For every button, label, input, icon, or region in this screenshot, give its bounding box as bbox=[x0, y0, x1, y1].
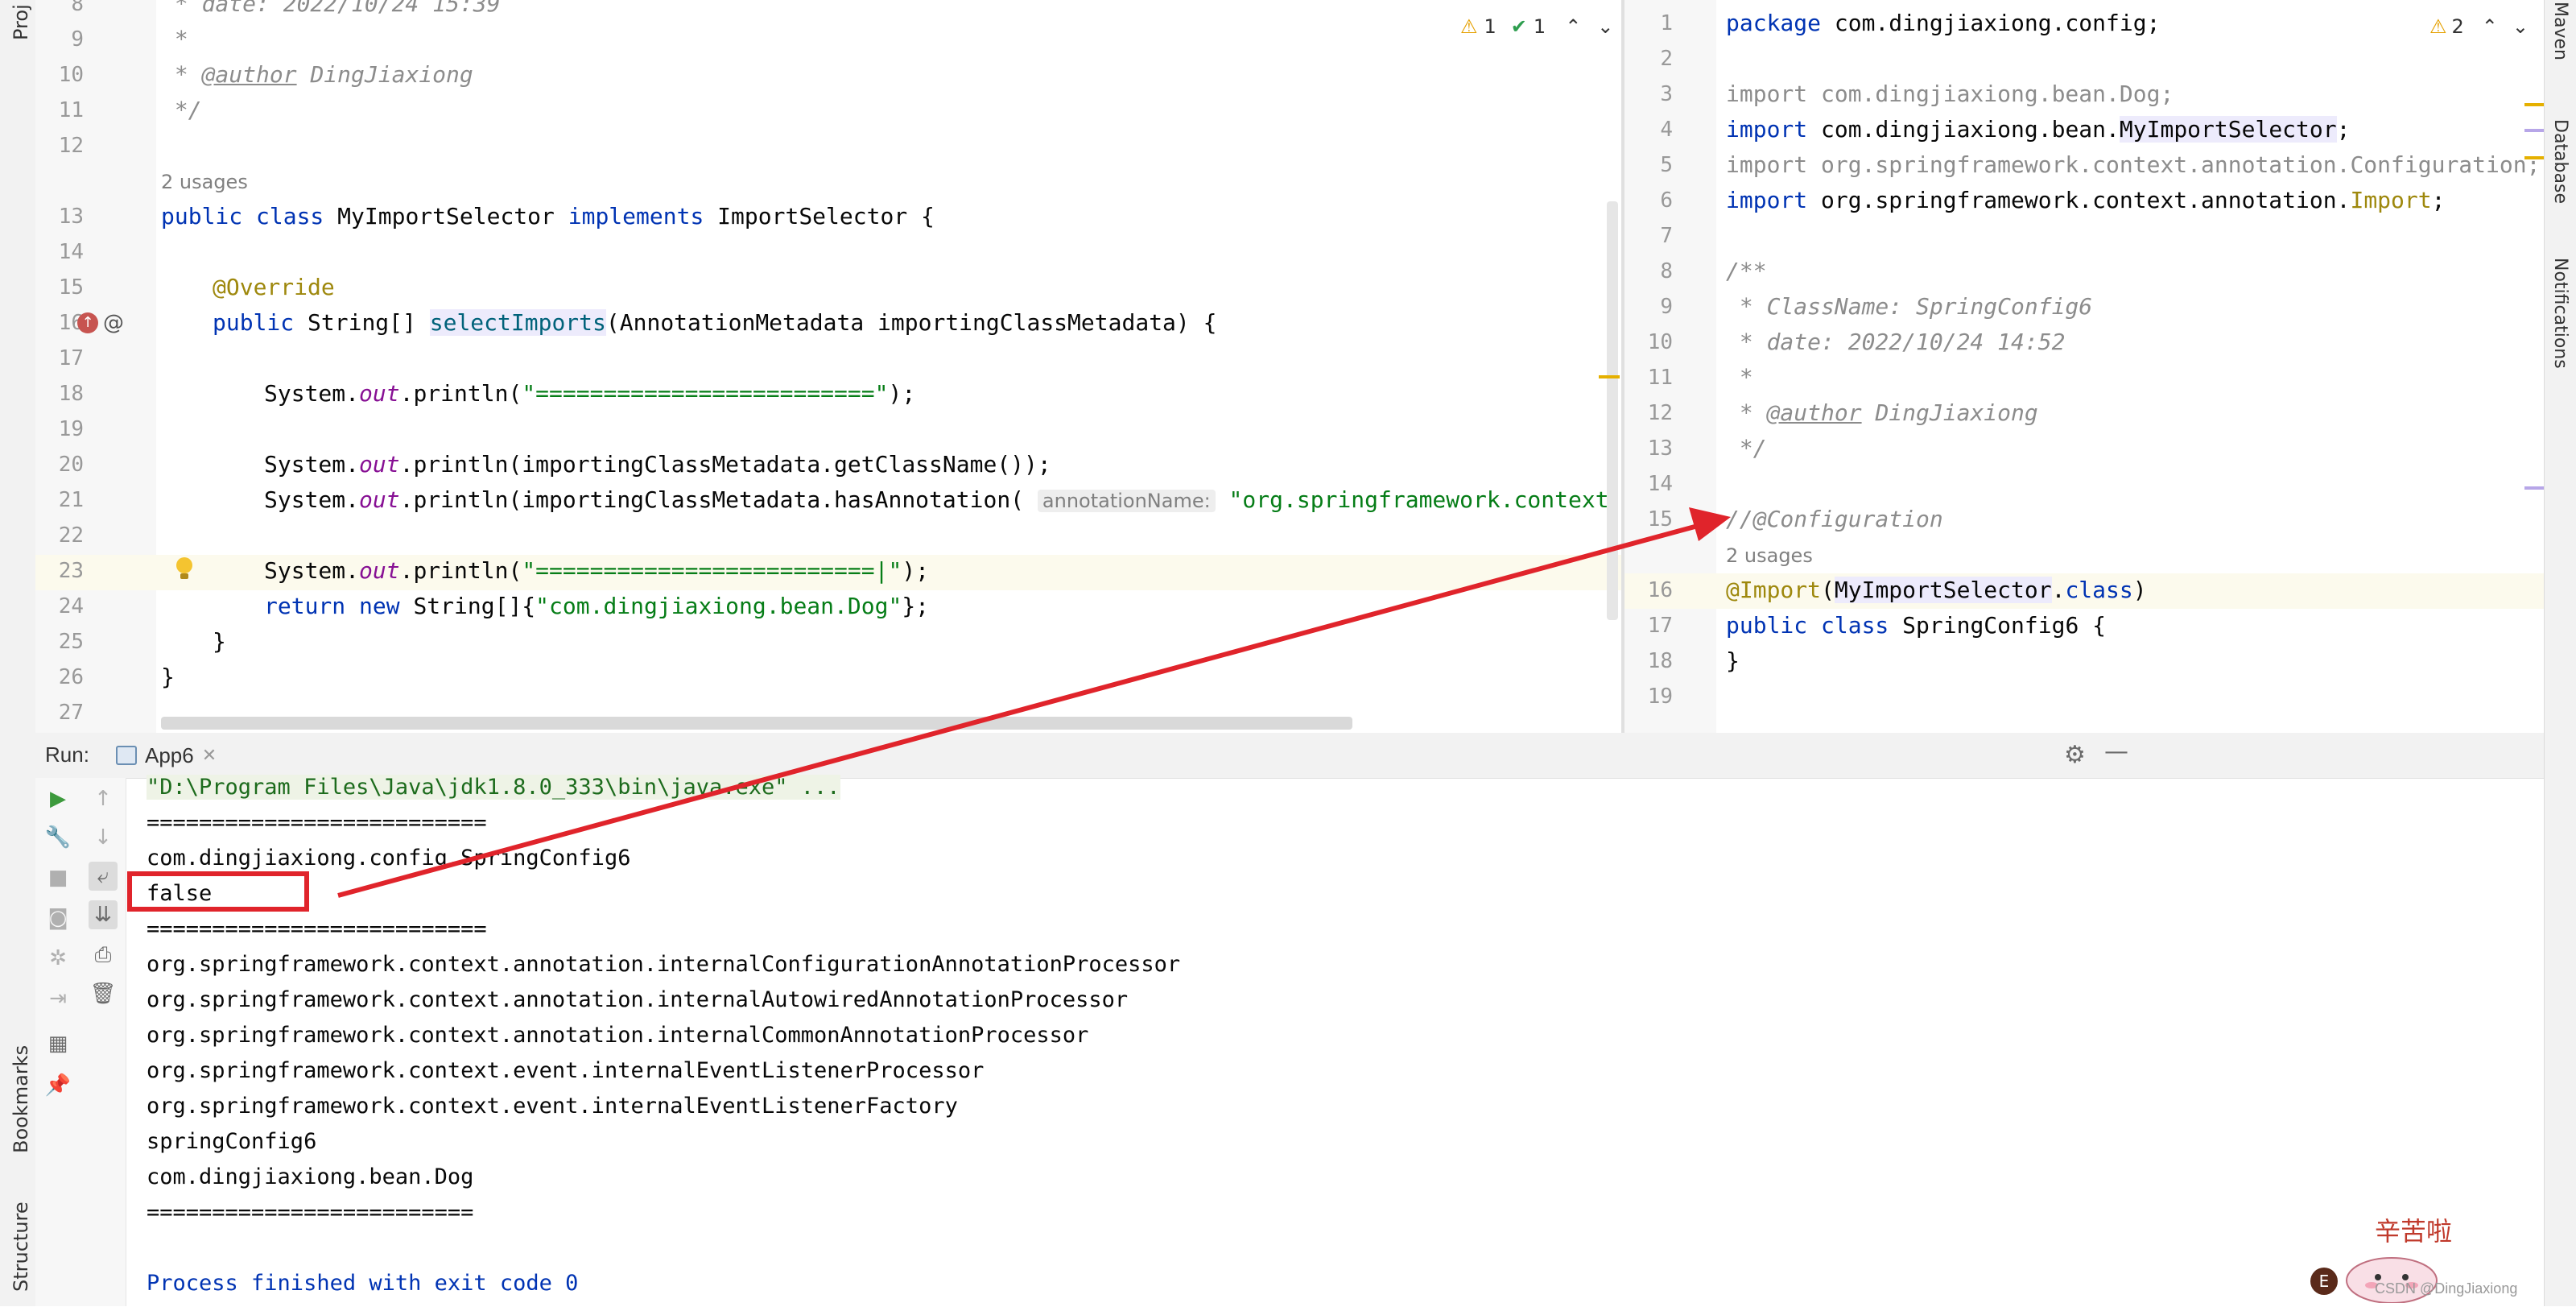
watermark: 辛苦啦 E CSDN @DingJiaxiong bbox=[2310, 1208, 2541, 1303]
watermark-caption: CSDN @DingJiaxiong bbox=[2375, 1280, 2518, 1297]
annotation-arrow bbox=[337, 507, 1731, 898]
badge-icon: E bbox=[2310, 1268, 2338, 1295]
